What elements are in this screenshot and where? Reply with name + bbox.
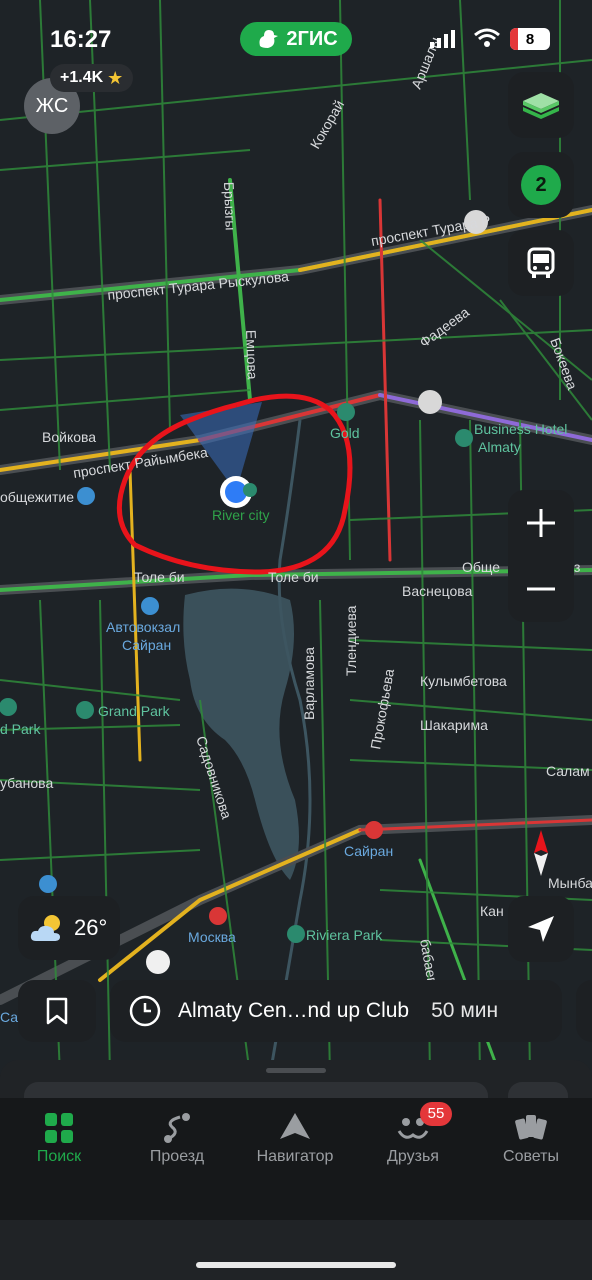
bookmarks-button[interactable] (18, 980, 96, 1042)
svg-text:Almaty: Almaty (478, 439, 521, 455)
weather-widget[interactable]: 26° (18, 896, 120, 960)
minus-icon (527, 587, 555, 591)
tab-navigator[interactable]: Навигатор (236, 1108, 354, 1178)
svg-text:Тлендиева: Тлендиева (343, 605, 359, 676)
svg-text:Варламова: Варламова (301, 647, 317, 720)
tab-friends-label: Друзья (387, 1148, 439, 1165)
sheet-handle[interactable] (266, 1068, 326, 1073)
zoom-out-button[interactable] (508, 556, 574, 622)
svg-text:Обще: Обще (462, 559, 500, 575)
transport-button[interactable] (508, 230, 574, 296)
star-icon: ★ (107, 67, 124, 88)
battery-indicator: 8 (510, 28, 550, 50)
transit-count: 2 (521, 165, 561, 205)
svg-text:Войкова: Войкова (42, 429, 96, 445)
svg-text:d Park: d Park (0, 721, 41, 737)
status-bar: 16:27 2ГИС 8 (0, 22, 592, 58)
home-indicator (196, 1262, 396, 1268)
svg-text:Кан: Кан (480, 903, 504, 919)
tab-friends[interactable]: 55 Друзья (354, 1102, 472, 1178)
route-destination: Almaty Cen…nd up Club (178, 999, 410, 1022)
svg-text:Gold: Gold (330, 425, 360, 441)
plus-icon (527, 509, 555, 537)
grid-icon (45, 1113, 73, 1143)
bookmark-icon (46, 997, 68, 1025)
compass-icon (534, 830, 548, 876)
svg-text:Москва: Москва (188, 929, 236, 945)
zoom-controls (508, 490, 574, 622)
partly-sunny-icon (30, 915, 60, 941)
tab-route-label: Проезд (149, 1148, 205, 1165)
signal-icon (430, 30, 455, 48)
svg-text:Сайран: Сайран (122, 637, 171, 653)
svg-text:Емцова: Емцова (243, 330, 261, 380)
svg-text:Васнецова: Васнецова (402, 583, 473, 599)
layers-icon (523, 93, 559, 119)
svg-text:Business Hotel: Business Hotel (474, 421, 567, 437)
layers-button[interactable] (508, 72, 574, 138)
points-badge[interactable]: +1.4K ★ (50, 64, 134, 92)
svg-text:Толе би: Толе би (268, 569, 319, 585)
navigation-arrow-icon (528, 916, 554, 942)
friends-badge: 55 (420, 1102, 452, 1126)
svg-text:Шакарима: Шакарима (420, 717, 488, 733)
clock-icon (129, 995, 161, 1027)
svg-text:Grand Park: Grand Park (98, 703, 171, 719)
tab-navigator-label: Навигатор (256, 1148, 334, 1165)
svg-text:Автовокзал: Автовокзал (106, 619, 180, 635)
transit-count-button[interactable]: 2 (508, 152, 574, 218)
zoom-in-button[interactable] (508, 490, 574, 556)
tab-search[interactable]: Поиск (0, 1108, 118, 1178)
points-value: +1.4K (60, 69, 104, 86)
svg-text:Сайран: Сайран (344, 843, 393, 859)
next-route-chip[interactable] (576, 980, 592, 1042)
my-location-button[interactable] (508, 896, 574, 962)
compass-button[interactable] (514, 826, 568, 880)
svg-text:Кулымбетова: Кулымбетова (420, 673, 507, 689)
recent-route-chip[interactable]: Almaty Cen…nd up Club 50 мин (110, 980, 562, 1042)
tab-bar: Поиск Проезд Навигатор 55 Друзья Советы (0, 1098, 592, 1220)
tab-search-label: Поиск (36, 1148, 82, 1165)
bus-icon (527, 247, 555, 278)
svg-text:Салам: Салам (546, 763, 590, 779)
svg-text:убанова: убанова (0, 775, 53, 791)
route-duration: 50 мин (431, 999, 499, 1022)
app-badge-text: 2ГИС (286, 27, 338, 50)
tab-route[interactable]: Проезд (118, 1108, 236, 1178)
svg-text:Брызгы: Брызгы (221, 182, 239, 231)
svg-text:River city: River city (212, 507, 270, 523)
svg-text:Riviera Park: Riviera Park (306, 927, 383, 943)
svg-text:Толе би: Толе би (134, 569, 185, 585)
app-badge: 2ГИС (240, 22, 352, 56)
wifi-icon (474, 28, 500, 47)
cards-icon (515, 1115, 547, 1140)
route-icon (164, 1113, 190, 1143)
svg-text:з: з (574, 559, 580, 575)
duck-icon (259, 30, 279, 48)
navigator-icon (280, 1113, 310, 1139)
weather-temp: 26° (74, 915, 108, 940)
status-time: 16:27 (50, 26, 112, 53)
tab-tips-label: Советы (503, 1148, 559, 1165)
tab-tips[interactable]: Советы (472, 1108, 590, 1178)
svg-text:общежитие: общежитие (0, 489, 74, 505)
